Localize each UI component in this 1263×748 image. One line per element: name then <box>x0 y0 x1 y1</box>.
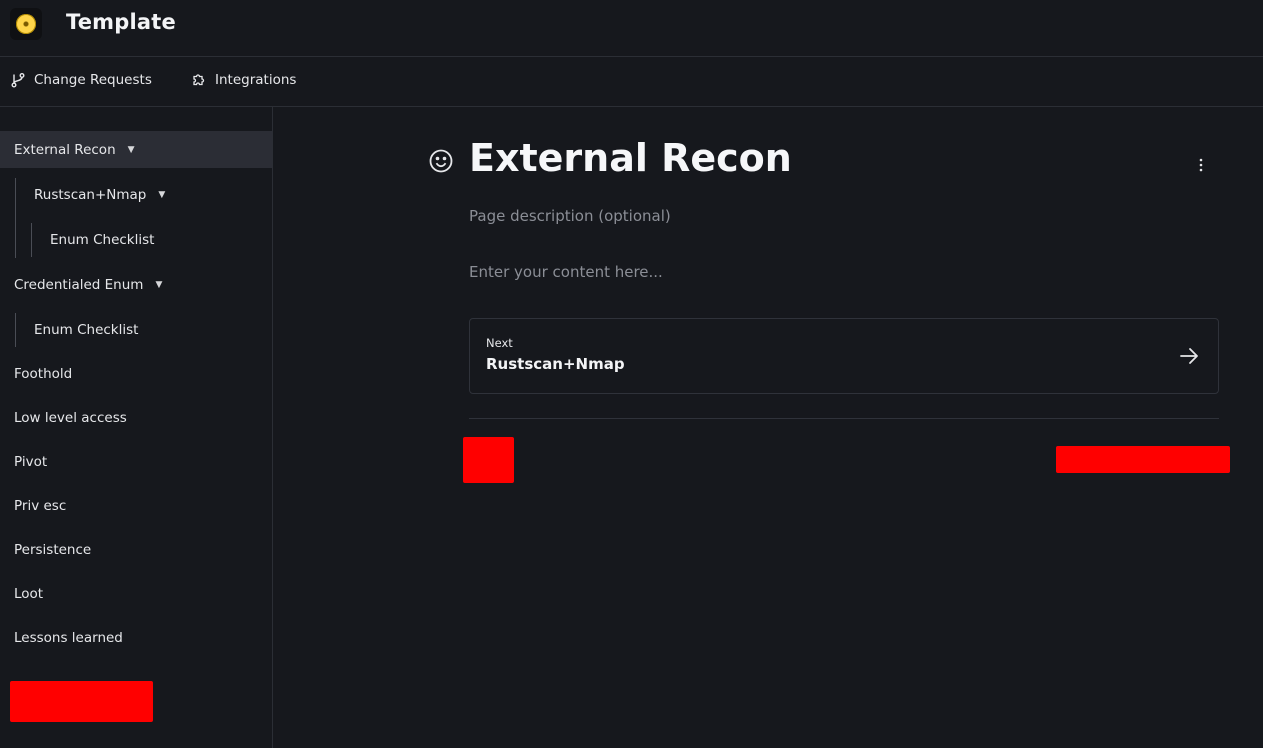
integrations-link[interactable]: Integrations <box>191 72 296 88</box>
divider <box>469 418 1219 419</box>
redacted-block <box>10 681 153 722</box>
sidebar-item-label: Enum Checklist <box>34 321 139 338</box>
sidebar-item-label: External Recon <box>14 141 116 158</box>
sidebar-item-label: Lessons learned <box>14 629 123 646</box>
sidebar-item-enum-checklist-2[interactable]: Enum Checklist <box>0 311 272 348</box>
disc-icon <box>16 14 36 34</box>
sidebar-item-lessons-learned[interactable]: Lessons learned <box>0 619 272 656</box>
sidebar-item-pivot[interactable]: Pivot <box>0 443 272 480</box>
change-requests-label: Change Requests <box>34 72 152 88</box>
sidebar-item-loot[interactable]: Loot <box>0 575 272 612</box>
sidebar-item-priv-esc[interactable]: Priv esc <box>0 487 272 524</box>
page-title[interactable]: External Recon <box>469 136 792 180</box>
sidebar-item-label: Foothold <box>14 365 73 382</box>
caret-down-icon[interactable]: ▼ <box>128 145 135 155</box>
sidebar-item-label: Rustscan+Nmap <box>34 186 147 203</box>
sidebar-item-label: Enum Checklist <box>50 231 155 248</box>
change-requests-link[interactable]: Change Requests <box>10 72 152 88</box>
sidebar-item-label: Credentialed Enum <box>14 276 144 293</box>
next-page-card[interactable]: Next Rustscan+Nmap <box>469 318 1219 394</box>
caret-down-icon[interactable]: ▼ <box>155 280 162 290</box>
sidebar: External Recon ▼ Rustscan+Nmap ▼ Enum Ch… <box>0 107 273 748</box>
redacted-block <box>1056 446 1230 473</box>
next-page-title: Rustscan+Nmap <box>486 355 625 373</box>
sidebar-item-label: Pivot <box>14 453 48 470</box>
sidebar-item-label: Priv esc <box>14 497 67 514</box>
next-label: Next <box>486 336 513 350</box>
more-options-icon[interactable] <box>1193 155 1209 175</box>
app-logo-icon[interactable] <box>10 8 42 40</box>
app-title: Template <box>66 10 176 34</box>
git-branch-icon <box>11 73 25 88</box>
sidebar-item-external-recon[interactable]: External Recon ▼ <box>0 131 272 168</box>
integrations-label: Integrations <box>215 72 297 88</box>
sidebar-item-persistence[interactable]: Persistence <box>0 531 272 568</box>
sidebar-item-low-level-access[interactable]: Low level access <box>0 399 272 436</box>
sidebar-item-label: Loot <box>14 585 44 602</box>
caret-down-icon[interactable]: ▼ <box>158 190 165 200</box>
arrow-right-icon <box>1180 348 1198 364</box>
sidebar-item-credentialed-enum[interactable]: Credentialed Enum ▼ <box>0 266 272 303</box>
sidebar-item-rustscan-nmap[interactable]: Rustscan+Nmap ▼ <box>0 176 272 213</box>
sidebar-item-label: Persistence <box>14 541 92 558</box>
smiley-icon[interactable] <box>428 148 454 174</box>
page-content-editor[interactable]: Enter your content here... <box>469 263 663 281</box>
app-header: Template <box>0 0 1263 57</box>
sidebar-item-foothold[interactable]: Foothold <box>0 355 272 392</box>
sidebar-item-label: Low level access <box>14 409 127 426</box>
sidebar-item-enum-checklist[interactable]: Enum Checklist <box>0 221 272 258</box>
puzzle-icon <box>193 74 205 86</box>
top-nav: Change Requests Integrations <box>0 57 1263 107</box>
redacted-block <box>463 437 514 483</box>
page-description-input[interactable]: Page description (optional) <box>469 207 671 225</box>
